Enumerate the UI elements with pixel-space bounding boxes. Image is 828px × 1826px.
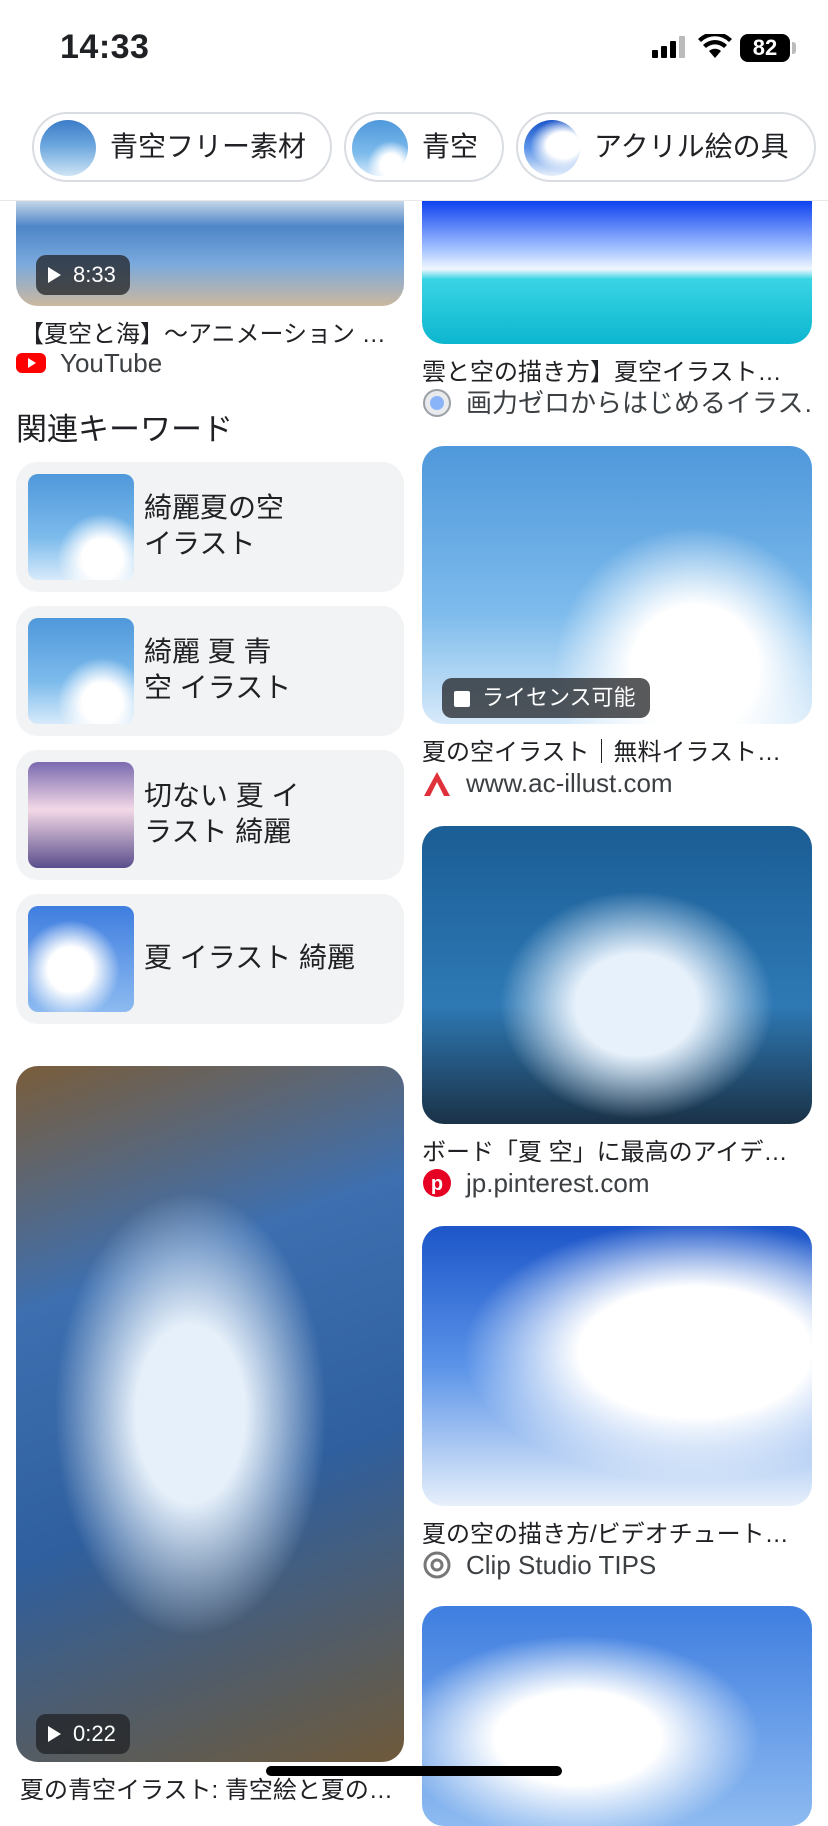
- result-title[interactable]: ボード「夏 空」に最高のアイデ…: [422, 1132, 812, 1167]
- home-indicator[interactable]: [266, 1766, 562, 1776]
- battery-icon: 82: [740, 34, 790, 62]
- chip-thumbnail: [40, 120, 96, 176]
- wifi-icon: [698, 34, 732, 58]
- source-text: 画力ゼロからはじめるイラス…: [466, 388, 812, 418]
- video-duration-badge: 0:22: [36, 1714, 130, 1754]
- result-image-3[interactable]: [422, 826, 812, 1124]
- keyword-text: 綺麗夏の空 イラスト: [144, 492, 285, 559]
- result-title[interactable]: 雲と空の描き方】夏空イラスト…: [422, 352, 812, 387]
- related-keywords-heading: 関連キーワード: [16, 412, 233, 447]
- source-text: jp.pinterest.com: [466, 1168, 650, 1198]
- result-title[interactable]: 夏の空イラスト｜無料イラスト…: [422, 732, 812, 767]
- result-source[interactable]: p jp.pinterest.com: [422, 1166, 812, 1202]
- cellular-signal-icon: [652, 36, 685, 58]
- result-source[interactable]: Clip Studio TIPS: [422, 1548, 812, 1584]
- related-chips-bar: 青空フリー素材 青空 アクリル絵の具: [0, 110, 828, 201]
- clip-studio-icon: [423, 1551, 451, 1579]
- keyword-thumbnail: [28, 906, 134, 1012]
- video-thumbnail-1[interactable]: 8:33: [16, 200, 404, 306]
- keyword-text: 夏 イラスト 綺麗: [144, 942, 355, 973]
- chip-label: 青空フリー素材: [110, 131, 307, 162]
- chip-thumbnail: [352, 120, 408, 176]
- keyword-text: 綺麗 夏 青空 イラスト: [144, 636, 292, 703]
- keyword-thumbnail: [28, 618, 134, 724]
- result-source[interactable]: www.ac-illust.com: [422, 766, 812, 802]
- image-icon: [454, 691, 470, 707]
- chip-label: アクリル絵の具: [594, 131, 789, 162]
- source-text: YouTube: [60, 348, 163, 378]
- keyword-card[interactable]: 切ない 夏 イラスト 綺麗: [16, 750, 404, 880]
- chip-acrylic[interactable]: アクリル絵の具: [516, 112, 816, 182]
- result-image-1[interactable]: [422, 200, 812, 344]
- badge-text: ライセンス可能: [482, 685, 636, 710]
- video-duration-badge: 8:33: [36, 255, 130, 295]
- globe-icon: [423, 389, 451, 417]
- chip-aozora[interactable]: 青空: [344, 112, 504, 182]
- keyword-card[interactable]: 綺麗 夏 青空 イラスト: [16, 606, 404, 736]
- keyword-card[interactable]: 夏 イラスト 綺麗: [16, 894, 404, 1024]
- youtube-icon: [16, 353, 46, 373]
- chip-aozora-free[interactable]: 青空フリー素材: [32, 112, 332, 182]
- source-text: www.ac-illust.com: [466, 768, 673, 798]
- ac-illust-icon: [424, 772, 450, 796]
- status-bar: 14:33 82: [0, 0, 828, 100]
- chip-thumbnail: [524, 120, 580, 176]
- video-thumbnail-2[interactable]: 0:22: [16, 1066, 404, 1762]
- play-icon: [48, 1726, 61, 1742]
- play-icon: [48, 267, 61, 283]
- result-image-2[interactable]: ライセンス可能: [422, 446, 812, 724]
- keyword-thumbnail: [28, 762, 134, 868]
- result-title[interactable]: 【夏空と海】〜アニメーション …: [20, 314, 400, 349]
- result-source[interactable]: YouTube: [16, 346, 396, 382]
- svg-text:p: p: [431, 1173, 443, 1195]
- status-time: 14:33: [60, 28, 150, 66]
- license-badge: ライセンス可能: [442, 678, 650, 718]
- source-text: Clip Studio TIPS: [466, 1550, 657, 1580]
- result-image-5[interactable]: [422, 1606, 812, 1826]
- result-image-4[interactable]: [422, 1226, 812, 1506]
- keyword-card[interactable]: 綺麗夏の空 イラスト: [16, 462, 404, 592]
- pinterest-icon: p: [423, 1169, 451, 1197]
- duration-text: 0:22: [73, 1721, 116, 1746]
- result-source[interactable]: 画力ゼロからはじめるイラス…: [422, 386, 812, 422]
- battery-tip: [792, 42, 796, 54]
- keyword-thumbnail: [28, 474, 134, 580]
- keyword-text: 切ない 夏 イラスト 綺麗: [144, 780, 300, 847]
- duration-text: 8:33: [73, 262, 116, 287]
- chip-label: 青空: [422, 131, 479, 162]
- result-title[interactable]: 夏の空の描き方/ビデオチュート…: [422, 1514, 812, 1549]
